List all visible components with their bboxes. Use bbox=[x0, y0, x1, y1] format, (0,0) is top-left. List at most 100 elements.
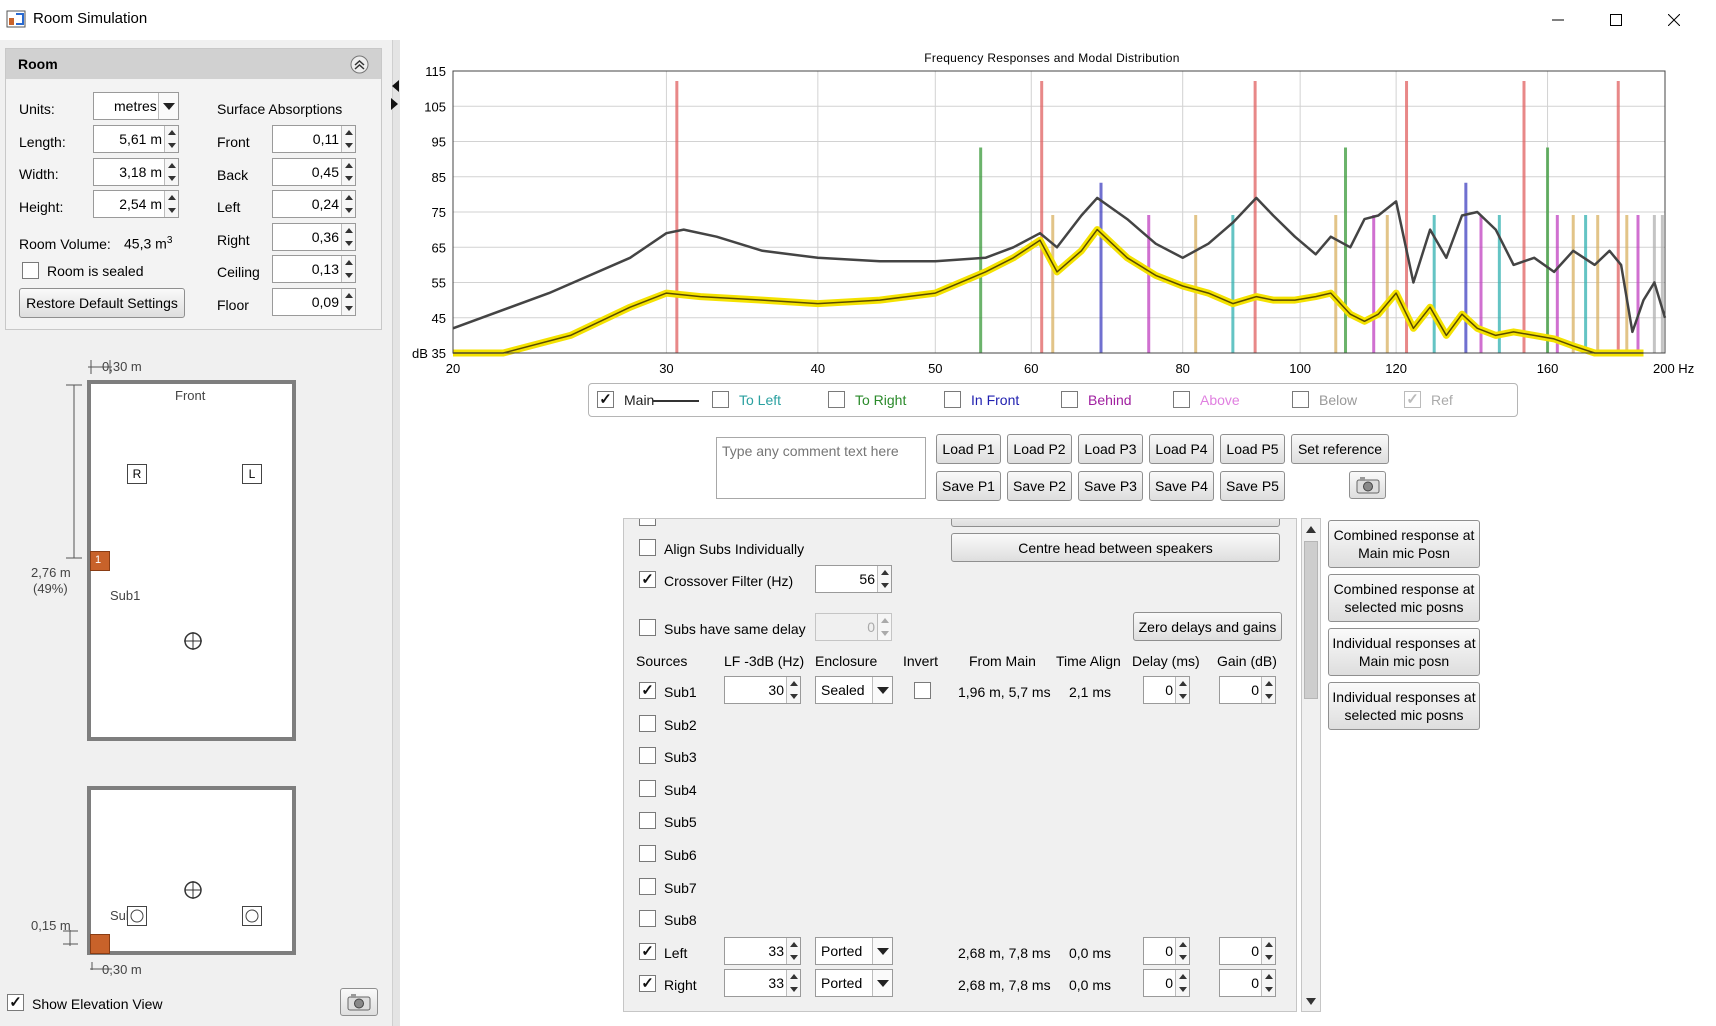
align-subs-checkbox[interactable] bbox=[639, 539, 656, 556]
lf-stepper-left[interactable]: 33 bbox=[724, 936, 801, 965]
source-checkbox-right[interactable]: ✓ bbox=[639, 975, 656, 993]
speaker-right[interactable]: R bbox=[127, 464, 147, 484]
enclosure-select-left[interactable]: Ported bbox=[815, 936, 893, 965]
move-head-button-partial[interactable] bbox=[951, 519, 1280, 527]
legend-checkbox-above[interactable] bbox=[1173, 391, 1190, 408]
source-checkbox-sub1[interactable]: ✓ bbox=[639, 682, 656, 699]
spinner-icon[interactable] bbox=[1261, 970, 1275, 997]
legend-checkbox-behind[interactable] bbox=[1061, 391, 1078, 408]
delay-stepper-sub1[interactable]: 0 bbox=[1143, 676, 1190, 704]
height-stepper[interactable]: 2,54 m bbox=[93, 190, 179, 218]
spinner-icon[interactable] bbox=[164, 159, 178, 185]
same-delay-checkbox[interactable] bbox=[639, 619, 656, 636]
gain-stepper-sub1[interactable]: 0 bbox=[1219, 676, 1276, 704]
surface-stepper-left[interactable]: 0,24 bbox=[272, 190, 356, 219]
show-elevation-checkbox[interactable]: ✓ bbox=[7, 994, 24, 1011]
collapse-left-icon[interactable] bbox=[390, 78, 400, 112]
spinner-icon[interactable] bbox=[341, 289, 355, 315]
minimize-button[interactable] bbox=[1530, 0, 1586, 40]
same-delay-stepper[interactable]: 0 bbox=[815, 613, 892, 641]
collapse-chevron-icon[interactable] bbox=[350, 55, 369, 74]
load-preset-3-button[interactable]: Load P3 bbox=[1078, 434, 1143, 464]
comment-input[interactable] bbox=[716, 437, 926, 499]
spinner-icon[interactable] bbox=[786, 937, 800, 964]
source-checkbox-sub3[interactable] bbox=[639, 747, 656, 765]
surface-stepper-ceiling[interactable]: 0,13 bbox=[272, 255, 356, 284]
gain-stepper-right[interactable]: 0 bbox=[1219, 969, 1276, 998]
spinner-icon[interactable] bbox=[877, 566, 891, 592]
maximize-button[interactable] bbox=[1588, 0, 1644, 40]
spinner-icon[interactable] bbox=[341, 223, 355, 250]
enclosure-select-sub1[interactable]: Sealed bbox=[815, 676, 893, 704]
crossover-stepper[interactable]: 56 bbox=[815, 565, 892, 593]
snapshot-left-button[interactable] bbox=[340, 988, 378, 1016]
length-stepper[interactable]: 5,61 m bbox=[93, 125, 179, 153]
save-preset-4-button[interactable]: Save P4 bbox=[1149, 471, 1214, 501]
surface-stepper-floor[interactable]: 0,09 bbox=[272, 288, 356, 316]
legend-checkbox-below[interactable] bbox=[1292, 391, 1309, 408]
source-checkbox-sub6[interactable] bbox=[639, 845, 656, 862]
spinner-icon[interactable] bbox=[786, 970, 800, 997]
width-stepper[interactable]: 3,18 m bbox=[93, 158, 179, 186]
close-button[interactable] bbox=[1646, 0, 1702, 40]
frequency-response-chart[interactable]: Frequency Responses and Modal Distributi… bbox=[405, 46, 1705, 381]
time-align-checkbox-partial[interactable] bbox=[639, 519, 656, 526]
save-preset-2-button[interactable]: Save P2 bbox=[1007, 471, 1072, 501]
spinner-icon[interactable] bbox=[164, 126, 178, 152]
spinner-icon[interactable] bbox=[341, 256, 355, 283]
source-checkbox-sub2[interactable] bbox=[639, 714, 656, 732]
spinner-icon[interactable] bbox=[341, 191, 355, 218]
zero-delays-button[interactable]: Zero delays and gains bbox=[1133, 612, 1282, 641]
surface-stepper-front[interactable]: 0,11 bbox=[272, 125, 356, 153]
centre-head-button[interactable]: Centre head between speakers bbox=[951, 533, 1280, 562]
source-checkbox-sub4[interactable] bbox=[639, 779, 656, 797]
lf-stepper-right[interactable]: 33 bbox=[724, 969, 801, 998]
spinner-icon[interactable] bbox=[1261, 677, 1275, 703]
room-plan-view[interactable]: Front R L 1 Sub1 bbox=[87, 380, 296, 741]
crossover-checkbox[interactable]: ✓ bbox=[639, 571, 656, 588]
legend-checkbox-to-left[interactable] bbox=[712, 391, 729, 408]
units-select[interactable]: metres bbox=[93, 92, 179, 120]
spinner-icon[interactable] bbox=[1175, 677, 1189, 703]
spinner-icon[interactable] bbox=[1175, 937, 1189, 964]
restore-defaults-button[interactable]: Restore Default Settings bbox=[19, 288, 185, 318]
load-preset-4-button[interactable]: Load P4 bbox=[1149, 434, 1214, 464]
sources-panel[interactable]: Centre head between speakers Align Subs … bbox=[623, 518, 1297, 1012]
sources-scrollbar[interactable] bbox=[1301, 518, 1321, 1012]
speaker-right-elev-icon[interactable] bbox=[127, 906, 147, 926]
delay-stepper-right[interactable]: 0 bbox=[1143, 969, 1190, 998]
save-preset-1-button[interactable]: Save P1 bbox=[936, 471, 1001, 501]
enclosure-select-right[interactable]: Ported bbox=[815, 969, 893, 998]
legend-checkbox-to-right[interactable] bbox=[828, 391, 845, 408]
spinner-icon[interactable] bbox=[164, 191, 178, 217]
source-checkbox-left[interactable]: ✓ bbox=[639, 942, 656, 960]
splitter[interactable] bbox=[392, 40, 400, 1026]
speaker-left-elev-icon[interactable] bbox=[242, 906, 262, 926]
invert-checkbox-sub1[interactable] bbox=[914, 682, 931, 699]
source-checkbox-sub7[interactable] bbox=[639, 877, 656, 895]
gain-stepper-left[interactable]: 0 bbox=[1219, 936, 1276, 965]
room-sealed-checkbox[interactable] bbox=[22, 262, 39, 279]
lf-stepper-sub1[interactable]: 30 bbox=[724, 676, 801, 704]
load-preset-1-button[interactable]: Load P1 bbox=[936, 434, 1001, 464]
snapshot-chart-button[interactable] bbox=[1349, 471, 1386, 499]
surface-stepper-back[interactable]: 0,45 bbox=[272, 157, 356, 186]
spinner-icon[interactable] bbox=[786, 677, 800, 703]
response-button-2[interactable]: Combined response at selected mic posns bbox=[1328, 574, 1480, 622]
response-button-1[interactable]: Combined response at Main mic Posn bbox=[1328, 520, 1480, 568]
scroll-down-icon[interactable] bbox=[1306, 998, 1316, 1006]
legend-checkbox-ref[interactable]: ✓ bbox=[1404, 391, 1421, 408]
spinner-icon[interactable] bbox=[1261, 937, 1275, 964]
save-preset-5-button[interactable]: Save P5 bbox=[1220, 471, 1285, 501]
listener-crosshair-icon[interactable] bbox=[183, 631, 203, 651]
save-preset-3-button[interactable]: Save P3 bbox=[1078, 471, 1143, 501]
scrollbar-thumb[interactable] bbox=[1304, 541, 1318, 699]
spinner-icon[interactable] bbox=[1175, 970, 1189, 997]
spinner-icon[interactable] bbox=[341, 158, 355, 185]
scroll-up-icon[interactable] bbox=[1306, 525, 1316, 533]
set-reference-button[interactable]: Set reference bbox=[1291, 434, 1389, 464]
load-preset-2-button[interactable]: Load P2 bbox=[1007, 434, 1072, 464]
legend-checkbox-main[interactable]: ✓ bbox=[597, 391, 614, 408]
delay-stepper-left[interactable]: 0 bbox=[1143, 936, 1190, 965]
spinner-icon[interactable] bbox=[877, 614, 891, 640]
